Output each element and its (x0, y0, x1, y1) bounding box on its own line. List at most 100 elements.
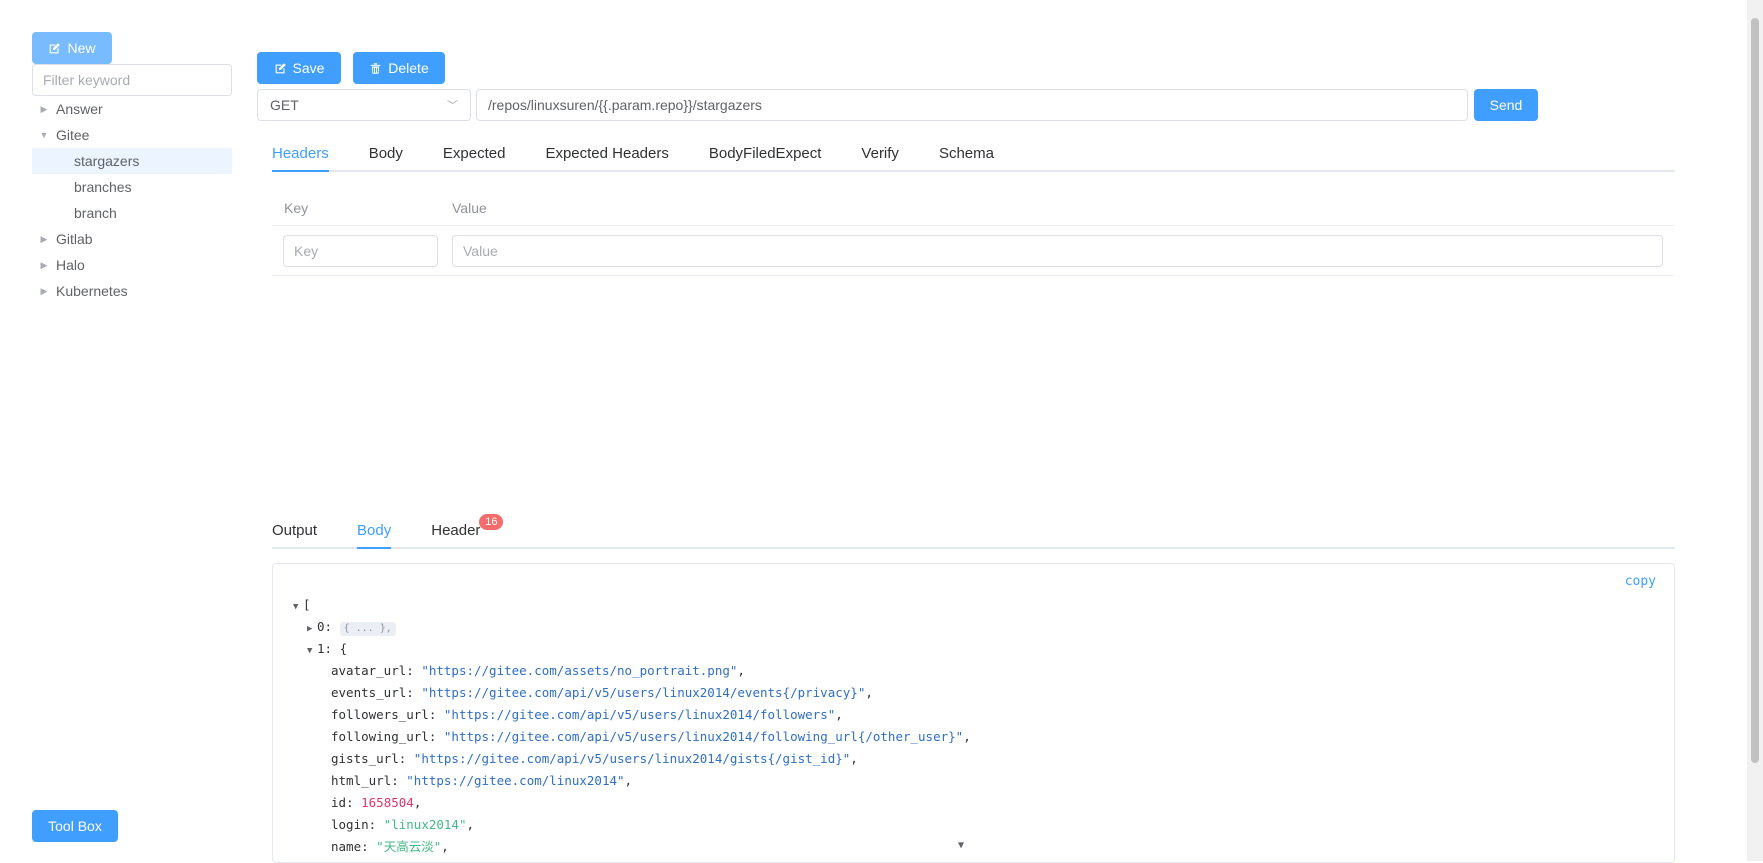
tab-body[interactable]: Body (369, 145, 403, 170)
send-button[interactable]: Send (1474, 89, 1538, 121)
page-scrollbar[interactable] (1747, 0, 1763, 861)
json-line: ▶ 0: { ... }, (307, 616, 396, 638)
tree-item-branch[interactable]: branch (32, 200, 232, 226)
json-line: login: "linux2014", (331, 817, 475, 832)
caret-down-icon[interactable]: ▼ (958, 840, 964, 851)
json-line: followers_url: "https://gitee.com/api/v5… (331, 707, 843, 722)
json-value: "https://gitee.com/api/v5/users/linux201… (413, 751, 851, 766)
new-button[interactable]: New (32, 32, 112, 64)
json-key: 0: (317, 619, 333, 634)
tree-item-label: Gitlab (56, 231, 93, 247)
json-key: name (331, 839, 362, 854)
tab-verify[interactable]: Verify (861, 145, 899, 170)
tool-box-label: Tool Box (48, 818, 102, 834)
headers-table-head: Key Value (272, 190, 1675, 226)
json-key: events_url (331, 685, 407, 700)
json-key: following_url (331, 729, 429, 744)
tree-item-label: stargazers (74, 153, 140, 169)
chevron-down-icon: ﹀ (447, 100, 458, 112)
method-select-value: GET (270, 97, 299, 113)
json-value: "https://gitee.com/assets/no_portrait.pn… (421, 663, 738, 678)
json-key: avatar_url (331, 663, 407, 678)
tab-body-filed-expect[interactable]: BodyFiledExpect (709, 145, 822, 170)
tab-headers[interactable]: Headers (272, 145, 329, 172)
filter-keyword-input[interactable] (32, 64, 232, 96)
tree-item-gitlab[interactable]: ▶ Gitlab (32, 226, 232, 252)
json-viewer: copy ▼[ ▶ 0: { ... }, ▼ 1: { avatar_url: "… (272, 563, 1675, 863)
tree-item-stargazers[interactable]: stargazers (32, 148, 232, 174)
json-key: login (331, 817, 369, 832)
json-line: name: "天高云淡", (331, 839, 449, 854)
json-line: gists_url: "https://gitee.com/api/v5/use… (331, 751, 858, 766)
tab-response-body[interactable]: Body (357, 522, 392, 549)
json-line: ▼ 1: { (307, 638, 347, 660)
send-button-label: Send (1489, 97, 1523, 113)
trash-icon (370, 62, 381, 74)
caret-right-icon[interactable]: ▶ (307, 618, 317, 640)
json-value: 1658504 (361, 795, 414, 810)
json-value: "天高云淡" (376, 839, 442, 854)
caret-right-icon[interactable]: ▶ (32, 104, 56, 115)
save-button[interactable]: Save (257, 52, 341, 84)
collapsed-object[interactable]: { ... }, (339, 622, 396, 636)
tree-item-label: Answer (56, 101, 103, 117)
json-bracket: { (339, 641, 348, 656)
tree-item-label: Kubernetes (56, 283, 128, 299)
json-key: html_url (331, 773, 392, 788)
tree-item-kubernetes[interactable]: ▶ Kubernetes (32, 278, 232, 304)
caret-down-icon[interactable]: ▼ (307, 640, 317, 662)
json-line: avatar_url: "https://gitee.com/assets/no… (331, 663, 745, 678)
response-tabs: Output Body Header 16 (272, 514, 1675, 549)
json-key: followers_url (331, 707, 429, 722)
new-button-label: New (67, 40, 96, 56)
caret-right-icon[interactable]: ▶ (32, 234, 56, 245)
json-line: following_url: "https://gitee.com/api/v5… (331, 729, 971, 744)
caret-right-icon[interactable]: ▶ (32, 286, 56, 297)
tool-box-button[interactable]: Tool Box (32, 810, 118, 842)
tree-item-label: branch (74, 205, 117, 221)
copy-button[interactable]: copy (1625, 574, 1656, 589)
tree-item-label: Halo (56, 257, 85, 273)
json-value: "linux2014" (383, 817, 467, 832)
tab-expected[interactable]: Expected (443, 145, 506, 170)
json-key: gists_url (331, 751, 399, 766)
tree-item-answer[interactable]: ▶ Answer (32, 96, 232, 122)
tree-item-halo[interactable]: ▶ Halo (32, 252, 232, 278)
scrollbar-thumb[interactable] (1751, 18, 1759, 763)
tree-item-branches[interactable]: branches (32, 174, 232, 200)
tab-label: Header (431, 522, 481, 539)
json-value: "https://gitee.com/api/v5/users/linux201… (443, 729, 964, 744)
json-line: id: 1658504, (331, 795, 422, 810)
tab-expected-headers[interactable]: Expected Headers (545, 145, 668, 170)
tree-item-label: branches (74, 179, 132, 195)
json-key: id (331, 795, 347, 810)
json-line: html_url: "https://gitee.com/linux2014", (331, 773, 633, 788)
edit-icon (275, 62, 286, 73)
edit-icon (50, 42, 61, 53)
header-key-input[interactable] (283, 234, 438, 267)
url-input[interactable]: /repos/linuxsuren/{{.param.repo}}/starga… (476, 89, 1468, 121)
header-count-badge: 16 (479, 514, 504, 530)
caret-down-icon[interactable]: ▼ (293, 596, 303, 618)
json-bracket: [ (303, 597, 311, 612)
key-column-header: Key (284, 199, 309, 216)
header-value-input[interactable] (452, 234, 1663, 267)
tab-output[interactable]: Output (272, 522, 317, 547)
tab-response-header[interactable]: Header 16 (431, 514, 504, 547)
test-suite-tree: ▶ Answer ▼ Gitee stargazers branches bra… (32, 96, 232, 304)
tab-schema[interactable]: Schema (939, 145, 994, 170)
caret-right-icon[interactable]: ▶ (32, 260, 56, 271)
table-row (272, 226, 1675, 276)
caret-down-icon[interactable]: ▼ (32, 130, 56, 140)
url-value: /repos/linuxsuren/{{.param.repo}}/starga… (488, 97, 762, 113)
delete-button[interactable]: Delete (353, 52, 445, 84)
value-column-header: Value (452, 199, 487, 216)
method-select[interactable]: GET ﹀ (257, 89, 471, 121)
json-value: "https://gitee.com/linux2014" (406, 773, 625, 788)
json-value: "https://gitee.com/api/v5/users/linux201… (443, 707, 836, 722)
json-key: 1: (317, 641, 333, 656)
json-line: events_url: "https://gitee.com/api/v5/us… (331, 685, 873, 700)
delete-button-label: Delete (388, 60, 429, 76)
request-tabs: Headers Body Expected Expected Headers B… (272, 143, 1675, 172)
tree-item-gitee[interactable]: ▼ Gitee (32, 122, 232, 148)
